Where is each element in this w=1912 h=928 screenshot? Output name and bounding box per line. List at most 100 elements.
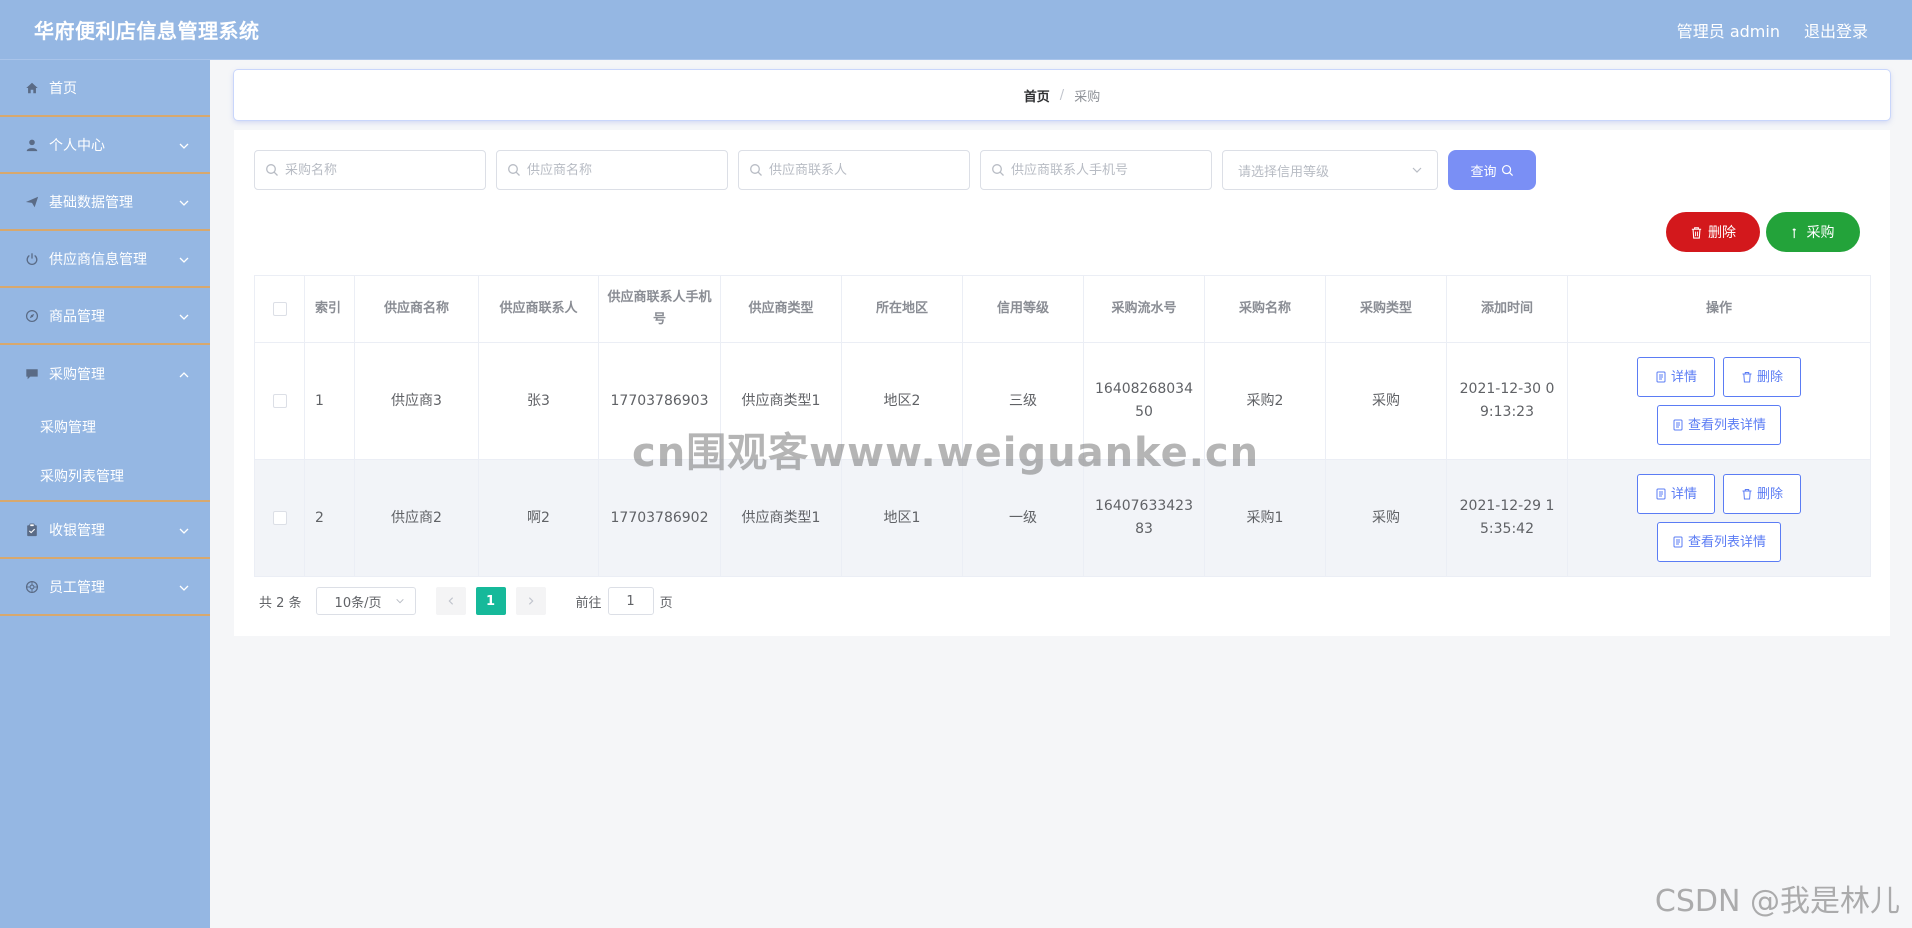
col-credit: 信用等级 [962, 275, 1084, 343]
row-delete-button[interactable]: 删除 [1723, 357, 1801, 397]
chevron-down-icon [178, 311, 190, 327]
sidebar-item-label: 收银管理 [49, 522, 105, 539]
table-header-row: 索引 供应商名称 供应商联系人 供应商联系人手机号 供应商类型 所在地区 信用等… [254, 275, 1871, 343]
list-detail-button[interactable]: 查看列表详情 [1656, 405, 1781, 445]
credit-level-select[interactable]: 请选择信用等级 [1222, 150, 1438, 190]
sidebar-subitem-purchase-manage[interactable]: 采购管理 [0, 402, 210, 452]
cell-actions: 详情 删除 查看列表详情 [1567, 459, 1871, 577]
current-user: 管理员 admin [1676, 21, 1780, 41]
sidebar-item-label: 首页 [49, 80, 77, 97]
chevron-down-icon [395, 598, 404, 604]
sidebar-subitem-purchase-list[interactable]: 采购列表管理 [0, 452, 210, 502]
purchase-button[interactable]: 采购 [1766, 212, 1860, 252]
trash-icon [1742, 372, 1752, 383]
breadcrumb: 首页 / 采购 [234, 70, 1890, 120]
bulk-actions: 删除 采购 [1666, 212, 1860, 252]
clipboard-icon [24, 522, 40, 538]
supplier-name-input[interactable] [527, 162, 717, 178]
app-title: 华府便利店信息管理系统 [34, 19, 260, 43]
row-select-cell [254, 459, 305, 577]
document-icon [1673, 419, 1683, 431]
main-panel: 请选择信用等级 查询 删除 采购 索引 供应商名称 供应商联系人 供应 [234, 130, 1890, 636]
page-number-button[interactable]: 1 [475, 587, 506, 615]
purchase-name-input[interactable] [285, 162, 475, 178]
document-icon [1673, 536, 1683, 548]
prev-page-button[interactable] [435, 587, 466, 615]
compass-icon [24, 308, 40, 324]
sidebar-item-profile[interactable]: 个人中心 [0, 117, 210, 174]
row-delete-button[interactable]: 删除 [1723, 474, 1801, 514]
search-icon [1501, 164, 1513, 176]
chevron-down-icon [178, 254, 190, 270]
row-actions: 详情 删除 查看列表详情 [1578, 357, 1860, 445]
query-button[interactable]: 查询 [1448, 150, 1536, 190]
row-delete-label: 删除 [1756, 486, 1783, 502]
trash-icon [1691, 226, 1702, 239]
bulk-delete-label: 删除 [1708, 225, 1736, 241]
list-detail-button[interactable]: 查看列表详情 [1656, 522, 1781, 562]
breadcrumb-current: 采购 [1074, 89, 1101, 105]
cell-supplier-name: 供应商2 [354, 459, 479, 577]
power-icon [24, 251, 40, 267]
col-add-time: 添加时间 [1446, 275, 1568, 343]
sidebar-item-goods[interactable]: 商品管理 [0, 288, 210, 345]
row-checkbox[interactable] [272, 510, 287, 525]
goto-page-input[interactable] [607, 587, 654, 615]
top-header: 华府便利店信息管理系统 管理员 admin 退出登录 [0, 0, 1912, 60]
send-icon [24, 194, 40, 210]
col-region: 所在地区 [841, 275, 963, 343]
logout-link[interactable]: 退出登录 [1804, 18, 1868, 42]
cell-supplier-name: 供应商3 [354, 342, 479, 460]
supplier-contact-input[interactable] [769, 162, 959, 178]
goto-page: 前往 页 [576, 587, 673, 615]
sidebar-item-purchase[interactable]: 采购管理 [0, 345, 210, 402]
pagination: 共 2 条 10条/页 1 前往 页 [259, 587, 673, 615]
cell-actions: 详情 删除 查看列表详情 [1567, 342, 1871, 460]
bulk-delete-button[interactable]: 删除 [1666, 212, 1760, 252]
chevron-down-icon [178, 197, 190, 213]
cell-add-time: 2021-12-30 09:13:23 [1446, 342, 1568, 460]
home-icon [24, 80, 40, 96]
supplier-phone-field[interactable] [980, 150, 1212, 190]
row-checkbox[interactable] [272, 393, 287, 408]
purchase-name-field[interactable] [254, 150, 486, 190]
trash-icon [1742, 489, 1752, 500]
chevron-up-icon [178, 369, 190, 385]
sidebar-item-staff[interactable]: 员工管理 [0, 559, 210, 616]
breadcrumb-home[interactable]: 首页 [1024, 86, 1050, 105]
col-supplier-contact: 供应商联系人 [478, 275, 599, 343]
chevron-down-icon [1412, 167, 1422, 173]
sidebar: 首页 个人中心 基础数据管理 供应商信息管理 商品管理 采购管理 采购管理 采购… [0, 60, 210, 928]
detail-button[interactable]: 详情 [1637, 474, 1715, 514]
col-serial: 采购流水号 [1083, 275, 1205, 343]
user-icon [24, 137, 40, 153]
select-all-checkbox[interactable] [272, 301, 287, 316]
search-icon [508, 164, 520, 176]
col-supplier-name: 供应商名称 [354, 275, 479, 343]
sidebar-item-label: 供应商信息管理 [49, 251, 147, 268]
page-size-select[interactable]: 10条/页 [315, 587, 416, 615]
query-button-label: 查询 [1470, 164, 1497, 180]
sidebar-item-label: 商品管理 [49, 308, 105, 325]
cell-purchase-type: 采购 [1325, 459, 1447, 577]
col-supplier-type: 供应商类型 [720, 275, 842, 343]
sidebar-item-supplier[interactable]: 供应商信息管理 [0, 231, 210, 288]
sidebar-item-home[interactable]: 首页 [0, 60, 210, 117]
row-delete-label: 删除 [1756, 369, 1783, 385]
page-size-value: 10条/页 [334, 595, 382, 611]
row-select-cell [254, 342, 305, 460]
sidebar-item-cashier[interactable]: 收银管理 [0, 502, 210, 559]
supplier-phone-input[interactable] [1011, 162, 1201, 178]
pagination-total: 共 2 条 [259, 595, 302, 611]
header-right: 管理员 admin 退出登录 [1677, 18, 1868, 42]
supplier-name-field[interactable] [496, 150, 728, 190]
next-page-button[interactable] [515, 587, 546, 615]
cell-index: 1 [304, 342, 355, 460]
sidebar-item-basic-data[interactable]: 基础数据管理 [0, 174, 210, 231]
col-purchase-name: 采购名称 [1204, 275, 1326, 343]
detail-button[interactable]: 详情 [1637, 357, 1715, 397]
cell-purchase-type: 采购 [1325, 342, 1447, 460]
supplier-contact-field[interactable] [738, 150, 970, 190]
row-actions-top: 详情 删除 [1637, 357, 1801, 397]
chevron-down-icon [178, 140, 190, 156]
